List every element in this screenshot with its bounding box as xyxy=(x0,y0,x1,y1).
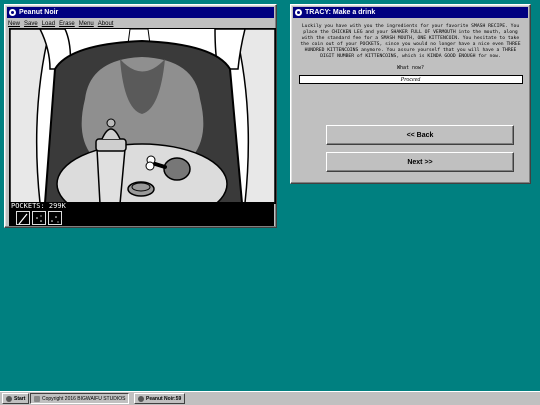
menu-menu[interactable]: Menu xyxy=(79,21,94,27)
menu-save[interactable]: Save xyxy=(24,21,38,27)
prompt-text: What now? xyxy=(396,65,425,71)
inventory-slot-2[interactable] xyxy=(32,211,46,225)
dialog-title: TRACY: Make a drink xyxy=(305,9,376,16)
dialog-window: TRACY: Make a drink Luckily you have wit… xyxy=(290,4,531,184)
game-title: Peanut Noir xyxy=(19,9,59,16)
app-icon xyxy=(295,9,302,16)
taskbar-app-button[interactable]: Peanut Noir:59 xyxy=(134,393,186,404)
back-button[interactable]: << Back xyxy=(326,125,514,145)
start-icon xyxy=(6,395,12,402)
sparkle-icon xyxy=(51,216,59,223)
dialog-title-bar: TRACY: Make a drink xyxy=(293,7,528,18)
taskbar-app-label: Peanut Noir:59 xyxy=(146,395,182,402)
next-button[interactable]: Next >> xyxy=(326,152,514,172)
inventory-slot-1[interactable] xyxy=(16,211,30,225)
game-window: Peanut Noir New Save Load Erase Menu Abo… xyxy=(4,4,277,228)
inventory-bar: POCKETS: 299K xyxy=(9,202,274,226)
start-label: Start xyxy=(14,395,26,402)
sparkle-icon xyxy=(36,215,42,222)
menu-about[interactable]: About xyxy=(98,21,114,27)
start-button[interactable]: Start xyxy=(2,393,30,404)
taskbar: Start Copyright 2016 BIGWAIFU STUDIOS Pe… xyxy=(0,391,540,405)
story-text: Luckily you have with you the ingredient… xyxy=(300,24,521,59)
app-icon xyxy=(138,395,144,402)
game-scene[interactable] xyxy=(9,28,276,204)
game-title-bar: Peanut Noir xyxy=(7,7,274,18)
copyright-item: Copyright 2016 BIGWAIFU STUDIOS xyxy=(30,393,130,404)
app-icon xyxy=(9,9,16,16)
command-input[interactable] xyxy=(298,75,523,84)
mouth-scene-illustration xyxy=(10,29,275,203)
document-icon xyxy=(34,395,40,402)
menu-load[interactable]: Load xyxy=(42,21,55,27)
menu-new[interactable]: New xyxy=(8,21,20,27)
copyright-label: Copyright 2016 BIGWAIFU STUDIOS xyxy=(42,395,126,402)
inventory-slot-3[interactable] xyxy=(48,211,62,225)
pockets-counter: POCKETS: 299K xyxy=(11,202,66,210)
menu-erase[interactable]: Erase xyxy=(59,21,75,27)
stick-icon xyxy=(18,213,28,225)
game-menu-bar: New Save Load Erase Menu About xyxy=(5,20,276,28)
